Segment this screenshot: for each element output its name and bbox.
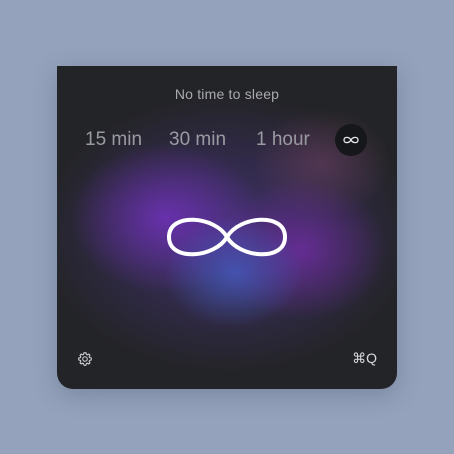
duration-options: 15 min 30 min 1 hour bbox=[57, 124, 397, 156]
gear-icon[interactable] bbox=[77, 351, 93, 367]
duration-option-1-hour[interactable]: 1 hour bbox=[256, 124, 310, 156]
infinity-icon bbox=[343, 136, 359, 144]
duration-option-infinite[interactable] bbox=[335, 124, 367, 156]
status-title: No time to sleep bbox=[174, 86, 280, 102]
duration-option-15-min[interactable]: 15 min bbox=[85, 124, 142, 156]
quit-shortcut[interactable]: ⌘Q bbox=[352, 350, 377, 367]
menu-bar-popover: No time to sleep 15 min 30 min 1 hour ⌘Q bbox=[57, 66, 397, 389]
infinity-icon bbox=[167, 217, 287, 257]
duration-option-30-min[interactable]: 30 min bbox=[169, 124, 226, 156]
